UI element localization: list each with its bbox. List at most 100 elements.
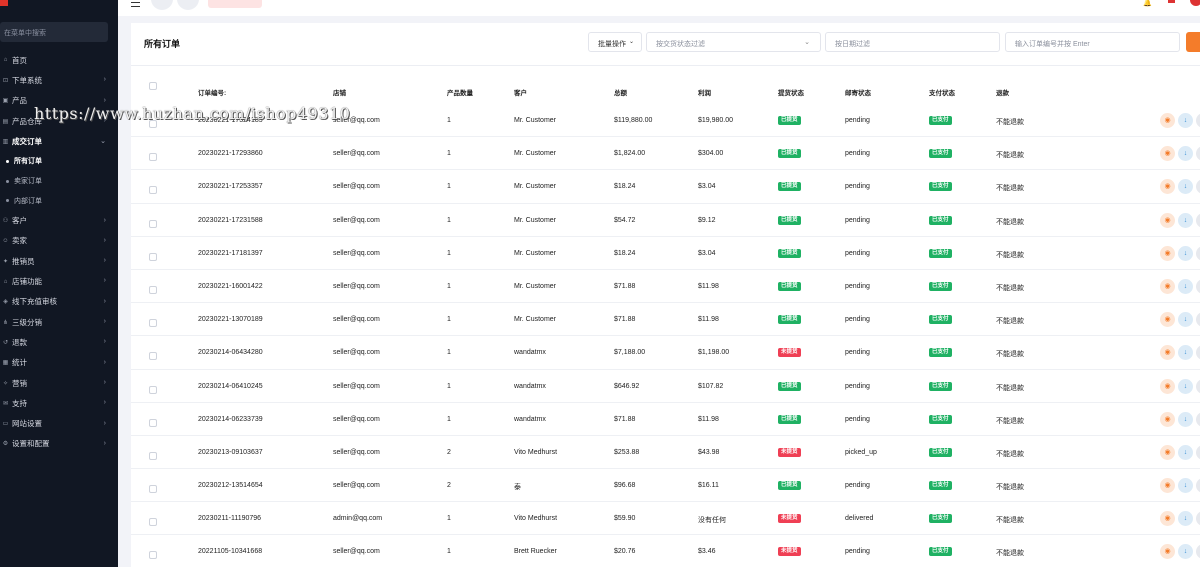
date-filter-input[interactable]: 按日期过滤	[825, 32, 1000, 52]
batch-actions-dropdown[interactable]: 批量操作 ⌄	[588, 32, 642, 52]
row-checkbox[interactable]	[149, 186, 157, 195]
topbar-icon-button-1[interactable]	[151, 0, 173, 10]
more-icon[interactable]	[1196, 179, 1200, 195]
download-icon[interactable]: ↓	[1178, 544, 1193, 560]
sidebar-item[interactable]: ✉ 支持 ›	[0, 393, 118, 413]
row-checkbox[interactable]	[149, 352, 157, 361]
refund-status: 不能退款	[996, 251, 1024, 259]
more-icon[interactable]	[1196, 544, 1200, 560]
select-all-checkbox[interactable]	[149, 82, 157, 90]
row-checkbox[interactable]	[149, 385, 157, 394]
more-icon[interactable]	[1196, 444, 1200, 460]
view-icon[interactable]: ◉	[1160, 544, 1175, 560]
view-icon[interactable]: ◉	[1160, 378, 1175, 394]
row-checkbox[interactable]	[149, 153, 157, 162]
quantity: 1	[447, 216, 451, 224]
total: $18.24	[614, 183, 636, 191]
sidebar-item[interactable]: ✦ 推销员 ›	[0, 251, 118, 271]
sidebar-subitem[interactable]: 所有订单	[0, 151, 118, 171]
view-icon[interactable]: ◉	[1160, 312, 1175, 328]
download-icon[interactable]: ↓	[1178, 179, 1193, 195]
row-checkbox[interactable]	[149, 485, 157, 494]
sidebar-item[interactable]: ⌂ 首页	[0, 50, 118, 70]
sidebar-item[interactable]: ◈ 线下充值审核 ›	[0, 292, 118, 312]
view-icon[interactable]: ◉	[1160, 212, 1175, 228]
bell-icon[interactable]: 🔔	[1143, 0, 1152, 7]
sidebar-item[interactable]: ▥ 成交订单 ⌄	[0, 131, 118, 151]
sidebar-search-input[interactable]: 在菜单中搜索	[0, 22, 108, 42]
view-icon[interactable]: ◉	[1160, 146, 1175, 162]
sidebar-subitem[interactable]: 卖家订单	[0, 171, 118, 191]
sidebar-item[interactable]: ⌂ 店铺功能 ›	[0, 271, 118, 291]
more-icon[interactable]	[1196, 478, 1200, 494]
view-icon[interactable]: ◉	[1160, 444, 1175, 460]
sidebar-item[interactable]: ▭ 网站设置 ›	[0, 414, 118, 434]
more-icon[interactable]	[1196, 146, 1200, 162]
row-checkbox[interactable]	[149, 451, 157, 460]
download-icon[interactable]: ↓	[1178, 411, 1193, 427]
more-icon[interactable]	[1196, 345, 1200, 361]
topbar-icon-button-2[interactable]	[177, 0, 199, 10]
row-checkbox[interactable]	[149, 285, 157, 294]
more-icon[interactable]	[1196, 113, 1200, 128]
view-icon[interactable]: ◉	[1160, 411, 1175, 427]
sidebar-item[interactable]: ✧ 营销 ›	[0, 373, 118, 393]
payment-status-badge: 已支付	[929, 447, 952, 457]
view-icon[interactable]: ◉	[1160, 345, 1175, 361]
table-header: 订单编号: 店铺 产品数量 客户 总额 利润 提货状态 邮寄状态 支付状态 退款	[131, 72, 1200, 104]
table-row: 20230221-17181397 seller@qq.com 1 Mr. Custo…	[131, 237, 1200, 270]
topbar-pink-button[interactable]	[208, 0, 262, 8]
download-icon[interactable]: ↓	[1178, 146, 1193, 162]
sidebar-item[interactable]: ⚙ 设置和配置 ›	[0, 434, 118, 454]
hamburger-menu-icon[interactable]	[131, 2, 140, 7]
sidebar-item[interactable]: ▦ 统计 ›	[0, 353, 118, 373]
view-icon[interactable]: ◉	[1160, 113, 1175, 128]
bullet-icon	[6, 199, 9, 203]
view-icon[interactable]: ◉	[1160, 478, 1175, 494]
row-checkbox[interactable]	[149, 551, 157, 560]
seller-icon: ☺	[2, 237, 9, 244]
view-icon[interactable]: ◉	[1160, 278, 1175, 294]
order-search-input[interactable]: 输入订单编号并按 Enter	[1005, 32, 1180, 52]
row-checkbox[interactable]	[149, 219, 157, 228]
more-icon[interactable]	[1196, 411, 1200, 427]
download-icon[interactable]: ↓	[1178, 113, 1193, 128]
sidebar-item[interactable]: ⊡ 下单系统 ›	[0, 70, 118, 90]
download-icon[interactable]: ↓	[1178, 444, 1193, 460]
more-icon[interactable]	[1196, 212, 1200, 228]
row-checkbox[interactable]	[149, 319, 157, 328]
download-icon[interactable]: ↓	[1178, 212, 1193, 228]
sidebar-item[interactable]: ↺ 退款 ›	[0, 332, 118, 352]
language-flag-icon[interactable]	[1168, 0, 1175, 3]
avatar[interactable]	[1190, 0, 1200, 6]
more-icon[interactable]	[1196, 245, 1200, 261]
sidebar-subitem[interactable]: 内部订单	[0, 191, 118, 211]
more-icon[interactable]	[1196, 511, 1200, 527]
download-icon[interactable]: ↓	[1178, 478, 1193, 494]
download-icon[interactable]: ↓	[1178, 312, 1193, 328]
customer: Mr. Customer	[514, 249, 557, 257]
view-icon[interactable]: ◉	[1160, 245, 1175, 261]
download-icon[interactable]: ↓	[1178, 511, 1193, 527]
profit: $11.98	[698, 282, 719, 290]
view-icon[interactable]: ◉	[1160, 179, 1175, 195]
download-icon[interactable]: ↓	[1178, 245, 1193, 261]
more-icon[interactable]	[1196, 278, 1200, 294]
row-checkbox[interactable]	[149, 518, 157, 527]
download-icon[interactable]: ↓	[1178, 278, 1193, 294]
view-icon[interactable]: ◉	[1160, 511, 1175, 527]
delivery-status-filter[interactable]: 按交货状态过滤 ⌄	[646, 32, 821, 52]
filter-submit-button[interactable]	[1186, 32, 1200, 52]
mail-status: pending	[845, 382, 870, 390]
download-icon[interactable]: ↓	[1178, 345, 1193, 361]
more-icon[interactable]	[1196, 312, 1200, 328]
sidebar-item[interactable]: ⚇ 客户 ›	[0, 211, 118, 231]
sidebar-subitem-label: 内部订单	[14, 197, 42, 205]
row-checkbox[interactable]	[149, 418, 157, 427]
sidebar-item[interactable]: ☺ 卖家 ›	[0, 231, 118, 251]
row-checkbox[interactable]	[149, 252, 157, 261]
more-icon[interactable]	[1196, 378, 1200, 394]
watermark-text: https://www.huzhan.com/ishop49310	[34, 104, 351, 123]
sidebar-item[interactable]: ⋔ 三级分销 ›	[0, 312, 118, 332]
download-icon[interactable]: ↓	[1178, 378, 1193, 394]
